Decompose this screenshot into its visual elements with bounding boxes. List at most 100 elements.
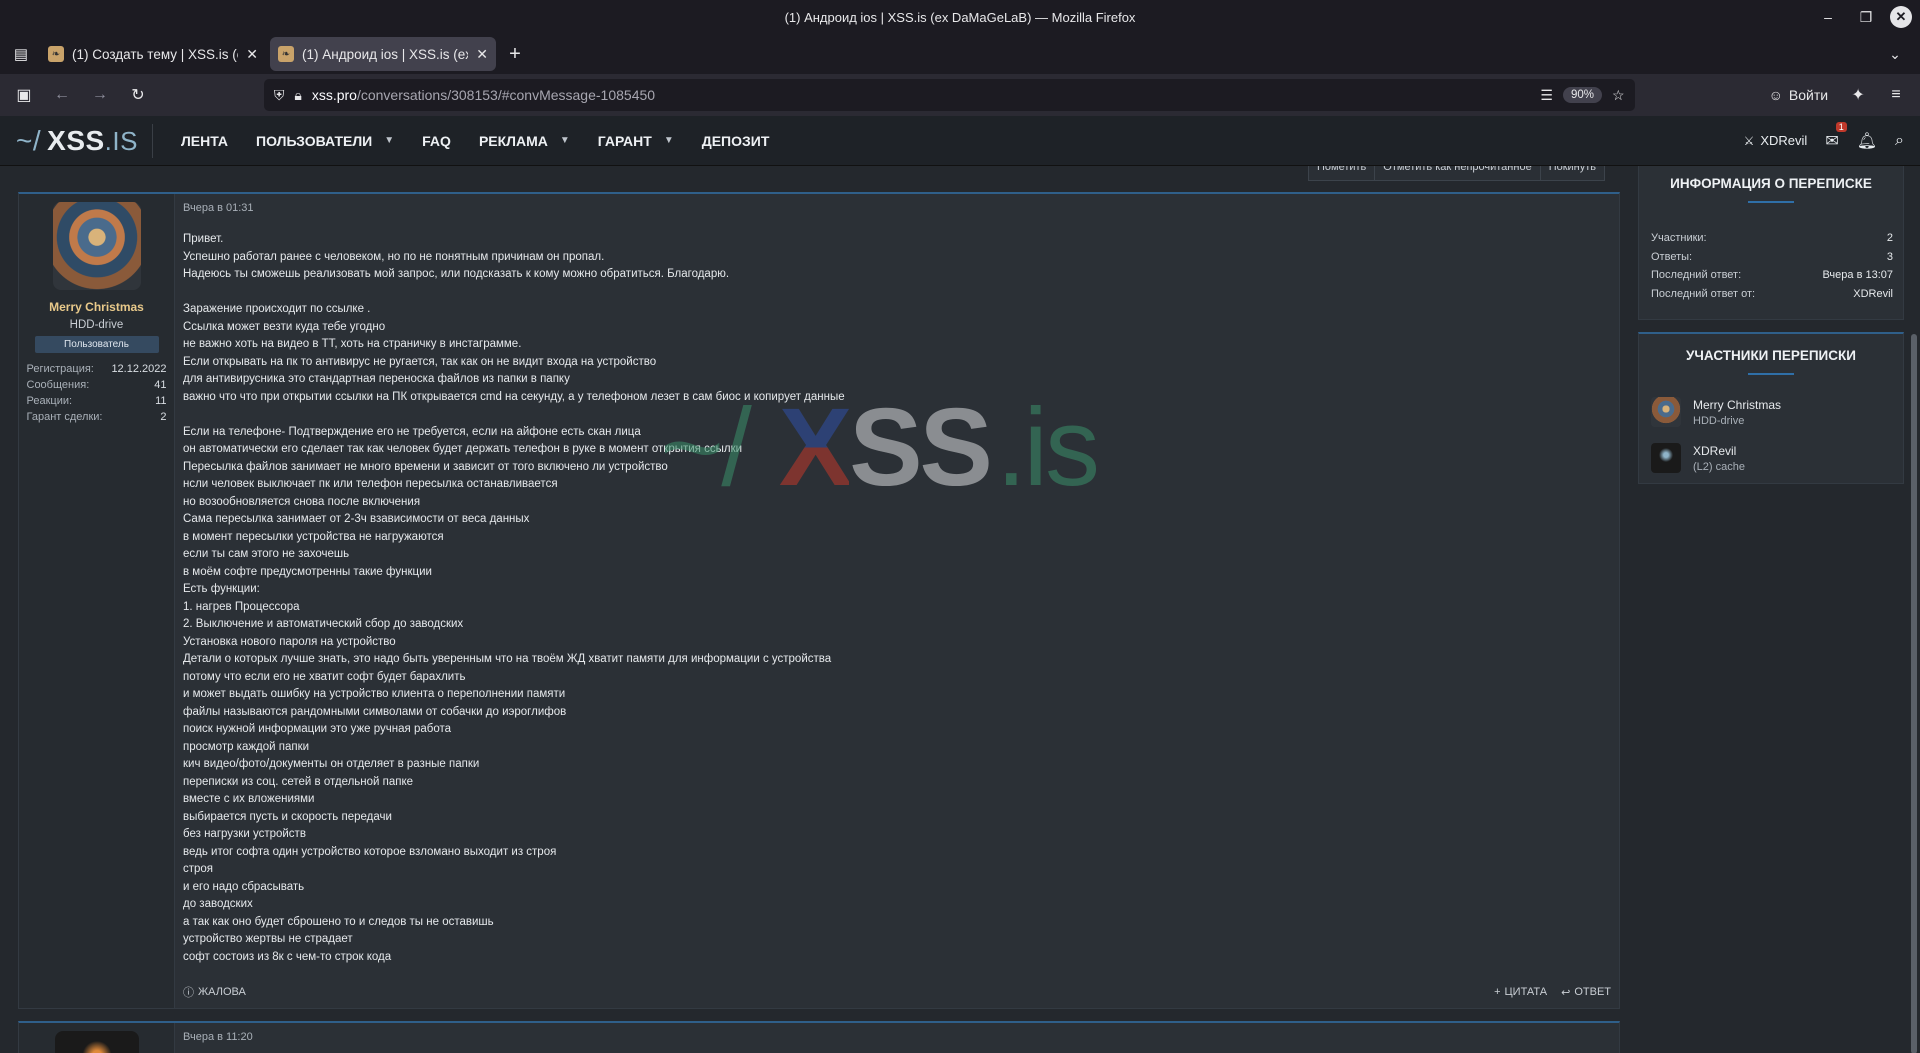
lock-icon[interactable]: 🔒︎ bbox=[294, 87, 301, 104]
stat-value: 2 bbox=[160, 411, 167, 423]
message-line: до заводских bbox=[183, 898, 253, 910]
stat-label: Сообщения: bbox=[26, 379, 90, 391]
report-button[interactable]: ⓘ ЖАЛОВА bbox=[183, 984, 246, 1000]
reply-button[interactable]: ↩ ОТВЕТ bbox=[1561, 984, 1611, 1000]
mark-unread-button[interactable]: Отметить как непрочитанное bbox=[1374, 166, 1539, 180]
leave-button[interactable]: Покинуть bbox=[1539, 166, 1604, 180]
tab-android-ios[interactable]: ❧ (1) Андроид ios | XSS.is (ex ✕ bbox=[270, 37, 496, 71]
stat-registration: Регистрация: 12.12.2022 bbox=[27, 361, 167, 377]
message-line: Сама пересылка занимает от 2-3ч взависим… bbox=[183, 513, 530, 525]
tab-close-icon[interactable]: ✕ bbox=[246, 46, 258, 63]
author-name[interactable]: Merry Christmas bbox=[49, 300, 144, 314]
stat-label: Реакции: bbox=[26, 395, 73, 407]
participant-role: (L2) cache bbox=[1693, 460, 1745, 473]
header-divider bbox=[151, 123, 153, 158]
firefox-view-icon[interactable]: ▤ bbox=[6, 39, 36, 69]
caret-down-icon[interactable]: ▼ bbox=[664, 135, 674, 146]
participant-role: HDD-drive bbox=[1693, 414, 1745, 427]
message-line bbox=[183, 406, 1611, 424]
sign-in-button[interactable]: ☺ Войти bbox=[1761, 83, 1836, 107]
bookmark-star-icon[interactable]: ☆ bbox=[1612, 87, 1625, 104]
shield-icon[interactable]: ⛨ bbox=[274, 87, 285, 104]
message-line: Привет. bbox=[183, 233, 224, 245]
info-replies: Ответы: 3 bbox=[1651, 248, 1893, 267]
user-menu-link[interactable]: ⚔ XDRevil bbox=[1744, 133, 1808, 148]
message-line: без нагрузки устройств bbox=[183, 828, 306, 840]
mark-button[interactable]: Пометить bbox=[1309, 166, 1374, 180]
tab-create-topic[interactable]: ❧ (1) Создать тему | XSS.is (ex ✕ bbox=[40, 37, 266, 71]
quote-button[interactable]: + ЦИТАТА bbox=[1494, 984, 1547, 1000]
message-line: файлы называются рандомными символами от… bbox=[183, 705, 567, 718]
message-author-panel: Merry Christmas HDD-drive Пользователь Р… bbox=[19, 194, 175, 1008]
report-label: ЖАЛОВА bbox=[198, 986, 246, 998]
extensions-icon[interactable]: ✦ bbox=[1842, 79, 1874, 111]
account-icon: ☺ bbox=[1768, 87, 1783, 103]
stat-value: 41 bbox=[154, 379, 167, 391]
nav-label: ДЕПОЗИТ bbox=[701, 132, 770, 149]
nav-item-feed[interactable]: ЛЕНТА bbox=[167, 133, 242, 149]
reply-label: ОТВЕТ bbox=[1574, 986, 1611, 998]
caret-down-icon[interactable]: ▼ bbox=[384, 135, 394, 146]
stat-messages: Сообщения: 41 bbox=[27, 377, 167, 393]
list-all-tabs-chevron-icon[interactable]: ⌄ bbox=[1880, 39, 1910, 69]
message-line: поиск нужной информации это уже ручная р… bbox=[183, 723, 452, 735]
close-window-button[interactable]: ✕ bbox=[1890, 6, 1912, 28]
nav-item-escrow[interactable]: ГАРАНТ ▼ bbox=[584, 133, 688, 149]
search-icon[interactable]: ⌕ bbox=[1895, 132, 1904, 150]
logo-tilde: ~/ bbox=[16, 124, 42, 156]
nav-item-users[interactable]: ПОЛЬЗОВАТЕЛИ ▼ bbox=[242, 133, 408, 149]
stat-value: 12.12.2022 bbox=[111, 363, 167, 375]
avatar[interactable] bbox=[54, 1031, 139, 1053]
inbox-count-badge: 1 bbox=[1835, 121, 1847, 132]
avatar[interactable] bbox=[1651, 443, 1681, 473]
sidebar-toggle-icon[interactable]: ▣ bbox=[8, 79, 40, 111]
maximize-button[interactable]: ❐ bbox=[1852, 3, 1880, 31]
nav-item-faq[interactable]: FAQ bbox=[408, 133, 465, 149]
avatar[interactable] bbox=[1651, 397, 1681, 427]
message-author-panel bbox=[19, 1023, 175, 1053]
info-rows: Участники: 2 Ответы: 3 Последний ответ: Вче… bbox=[1651, 229, 1893, 303]
message-date[interactable]: Вчера в 01:31 bbox=[183, 202, 1611, 214]
info-value[interactable]: Вчера в 13:07 bbox=[1822, 268, 1893, 283]
info-participants: Участники: 2 bbox=[1651, 229, 1893, 248]
nav-item-ads[interactable]: РЕКЛАМА ▼ bbox=[465, 133, 584, 149]
caret-down-icon[interactable]: ▼ bbox=[560, 135, 570, 146]
conversation-message: Вчера в 11:20 bbox=[18, 1021, 1620, 1053]
back-button[interactable]: ← bbox=[46, 79, 78, 111]
page-scrollbar[interactable] bbox=[1906, 166, 1920, 1053]
message-line: просмотр каждой папки bbox=[183, 740, 310, 753]
info-value[interactable]: XDRevil bbox=[1853, 287, 1893, 302]
participant-name[interactable]: Merry Christmas bbox=[1693, 398, 1781, 412]
reload-button[interactable]: ↻ bbox=[122, 79, 154, 111]
participant-item[interactable]: XDRevil (L2) cache bbox=[1651, 443, 1893, 473]
url-bar[interactable]: ⛨ 🔒︎ xss.pro/conversations/308153/#convM… bbox=[263, 79, 1635, 111]
message-line: нсли человек выключает пк или телефон пе… bbox=[183, 478, 558, 490]
app-menu-icon[interactable]: ≡ bbox=[1880, 79, 1912, 111]
message-actions: + ЦИТАТА ↩ ОТВЕТ bbox=[1494, 984, 1611, 1000]
message-line: 2. Выключение и автоматический сбор до з… bbox=[183, 618, 464, 630]
new-tab-button[interactable]: + bbox=[500, 39, 530, 69]
nav-label: ГАРАНТ bbox=[597, 132, 652, 149]
minimize-button[interactable]: – bbox=[1814, 3, 1842, 31]
participant-item[interactable]: Merry Christmas HDD-drive bbox=[1651, 397, 1893, 427]
nav-item-deposit[interactable]: ДЕПОЗИТ bbox=[688, 133, 784, 149]
forward-button[interactable]: → bbox=[84, 79, 116, 111]
participant-name[interactable]: XDRevil bbox=[1693, 444, 1745, 458]
message-line: переписки из соц. сетей в отдельной папк… bbox=[183, 775, 414, 788]
message-date[interactable]: Вчера в 11:20 bbox=[183, 1031, 1611, 1043]
zoom-level-badge[interactable]: 90% bbox=[1562, 87, 1603, 103]
message-line: важно что что при открытии ссылки на ПК … bbox=[183, 390, 845, 403]
tab-label: (1) Создать тему | XSS.is (ex bbox=[72, 46, 239, 62]
alerts-bell-icon[interactable]: 🔔︎ bbox=[1857, 131, 1877, 151]
site-logo[interactable]: ~/ XSS .IS bbox=[16, 125, 138, 157]
conversation-message: Merry Christmas HDD-drive Пользователь Р… bbox=[18, 192, 1620, 1009]
message-line: Надеюсь ты сможешь реализовать мой запро… bbox=[183, 268, 730, 280]
message-line: и может выдать ошибку на устройство клие… bbox=[183, 688, 566, 700]
message-body: Вчера в 01:31 Привет. Успешно работал ран… bbox=[175, 194, 1619, 1008]
avatar[interactable] bbox=[52, 202, 141, 290]
scrollbar-thumb[interactable] bbox=[1911, 334, 1917, 1053]
reader-view-icon[interactable]: ☰ bbox=[1540, 87, 1553, 104]
tab-close-icon[interactable]: ✕ bbox=[476, 46, 488, 63]
url-path: /conversations/308153/#convMessage-10854… bbox=[356, 87, 656, 103]
inbox-envelope-icon[interactable]: ✉ 1 bbox=[1825, 121, 1847, 151]
